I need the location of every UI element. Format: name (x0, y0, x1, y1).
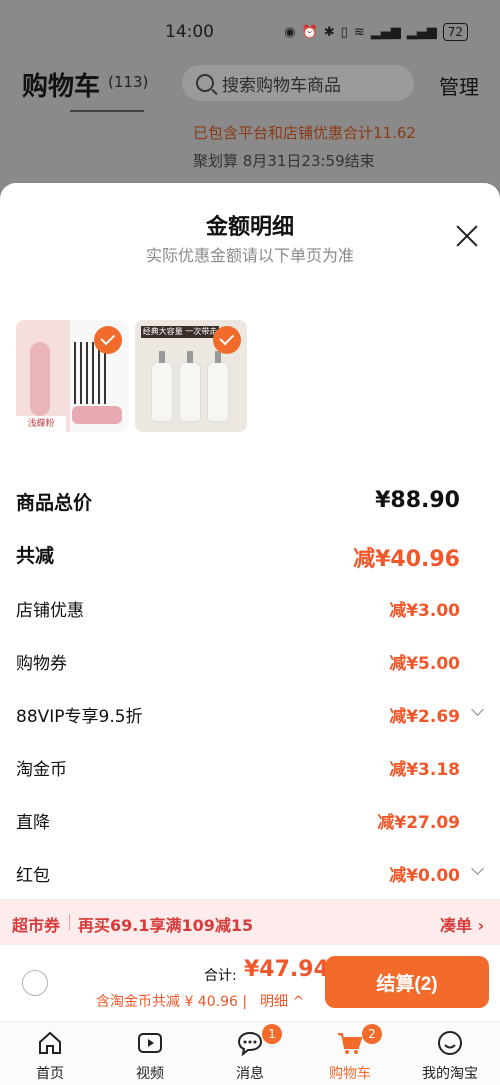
tab-cart[interactable]: 2 购物车 (300, 1022, 400, 1085)
row-value: 减¥3.00 (389, 601, 460, 621)
battery-icon: 72 (442, 23, 468, 41)
checkout-bar: 合计: ¥47.94 含淘金币共减 ¥ 40.96 | 明细 ^ 结算(2) (0, 945, 500, 1021)
travel-case-image (72, 406, 122, 424)
row-label: 商品总价 (16, 492, 93, 514)
select-all-radio[interactable] (22, 970, 48, 996)
row-label: 购物券 (16, 654, 67, 674)
tab-label: 购物车 (329, 1066, 371, 1082)
bottle-image (207, 351, 229, 422)
status-time: 14:00 (165, 22, 214, 42)
wifi-icon: ≋ (353, 24, 365, 40)
product-thumbnail[interactable]: 浅蝶粉 (16, 320, 128, 432)
product-thumbnail[interactable]: 经典大容量 一次带走 (135, 320, 247, 432)
coupon-strip[interactable]: 超市券 再买69.1享满109减15 凑单 › (0, 899, 500, 945)
shopping-voucher-row: 购物券 减¥5.00 (16, 647, 484, 677)
divider (69, 914, 70, 930)
bottom-tab-bar: 首页 视频 1 消息 2 购物车 我的淘宝 (0, 1021, 500, 1085)
total-price-row: 商品总价 ¥88.90 (16, 486, 484, 516)
tab-messages[interactable]: 1 消息 (200, 1022, 300, 1085)
row-value: 减¥0.00 (389, 866, 460, 886)
bottle-image (179, 351, 201, 422)
status-icons: ◉ ⏰ ✱ ▯ ≋ ▂▄▆ ▂▄▆ 72 (284, 23, 468, 41)
row-label: 红包 (16, 866, 50, 886)
row-label: 淘金币 (16, 760, 67, 780)
add-items-label: 凑单 (440, 916, 473, 935)
direct-discount-row: 直降 减¥27.09 (16, 806, 484, 836)
toothbrush-image (30, 342, 50, 416)
total-value: ¥47.94 (244, 957, 329, 982)
product-color-tag: 浅蝶粉 (16, 416, 66, 432)
row-label: 共减 (16, 545, 55, 567)
row-label: 直降 (16, 813, 50, 833)
total-discount-row: 共减 减¥40.96 (16, 539, 484, 572)
tab-label: 消息 (236, 1066, 264, 1082)
profile-icon (438, 1031, 462, 1055)
row-value: 减¥5.00 (389, 654, 460, 674)
discount-note: 含淘金币共减 ¥ 40.96 | (96, 994, 248, 1010)
selected-check-icon (213, 326, 241, 354)
manage-button[interactable]: 管理 (439, 71, 479, 100)
coupon-tag: 超市券 (12, 916, 61, 935)
signal-icon: ▂▄▆ (406, 24, 437, 40)
cart-icon (338, 1033, 363, 1054)
cart-badge: 2 (362, 1024, 382, 1044)
cart-count: (113) (108, 73, 149, 91)
tab-profile[interactable]: 我的淘宝 (400, 1022, 500, 1085)
tab-home[interactable]: 首页 (0, 1022, 100, 1085)
price-detail-sheet: 金额明细 实际优惠金额请以下单页为准 浅蝶粉 经典大容量 一次带走 商品总价 ¥… (0, 183, 500, 1085)
home-icon (39, 1031, 61, 1054)
coupon-text: 再买69.1享满109减15 (78, 916, 254, 935)
row-value: 减¥2.69 (389, 707, 460, 727)
row-label: 88VIP专享9.5折 (16, 707, 143, 727)
vibrate-icon: ▯ (340, 24, 348, 40)
checkout-button[interactable]: 结算(2) (325, 956, 489, 1008)
detail-toggle[interactable]: 明细 ^ (260, 991, 304, 1011)
promo-summary: 已包含平台和店铺优惠合计11.62 (193, 124, 416, 142)
row-value: 减¥40.96 (353, 547, 460, 572)
row-value: ¥88.90 (375, 488, 460, 513)
row-label: 店铺优惠 (16, 601, 84, 621)
chevron-down-icon (471, 862, 484, 875)
promo-deadline: 聚划算 8月31日23:59结束 (193, 152, 375, 170)
row-value: 减¥3.18 (389, 760, 460, 780)
signal-icon: ▂▄▆ (370, 24, 401, 40)
message-icon (237, 1031, 263, 1057)
status-bar: 14:00 ◉ ⏰ ✱ ▯ ≋ ▂▄▆ ▂▄▆ 72 (0, 22, 500, 46)
taojinbi-row: 淘金币 减¥3.18 (16, 753, 484, 783)
add-items-link[interactable]: 凑单 › (440, 912, 484, 936)
sheet-title: 金额明细 (205, 215, 294, 240)
vip-discount-row[interactable]: 88VIP专享9.5折 减¥2.69 (16, 700, 484, 730)
cart-title: 购物车 (22, 72, 101, 102)
eye-icon: ◉ (284, 24, 296, 40)
close-icon[interactable] (454, 223, 480, 249)
bluetooth-icon: ✱ (323, 24, 335, 40)
chevron-down-icon (471, 703, 484, 716)
red-packet-row[interactable]: 红包 减¥0.00 (16, 859, 484, 889)
tab-label: 我的淘宝 (422, 1066, 478, 1082)
search-icon (196, 74, 214, 92)
tab-video[interactable]: 视频 (100, 1022, 200, 1085)
tab-label: 首页 (36, 1066, 64, 1082)
video-icon (138, 1033, 162, 1053)
store-discount-row: 店铺优惠 减¥3.00 (16, 594, 484, 624)
product-banner: 经典大容量 一次带走 (141, 326, 219, 338)
total-label: 合计: (204, 968, 237, 984)
selected-check-icon (94, 326, 122, 354)
row-value: 减¥27.09 (377, 813, 460, 833)
sheet-subtitle: 实际优惠金额请以下单页为准 (145, 246, 354, 265)
tab-label: 视频 (136, 1066, 164, 1082)
search-input[interactable]: 搜索购物车商品 (182, 65, 414, 101)
bottle-image (151, 351, 173, 422)
message-badge: 1 (262, 1024, 282, 1044)
cart-title-underline (70, 110, 144, 112)
alarm-icon: ⏰ (301, 24, 318, 40)
search-placeholder: 搜索购物车商品 (222, 75, 341, 96)
